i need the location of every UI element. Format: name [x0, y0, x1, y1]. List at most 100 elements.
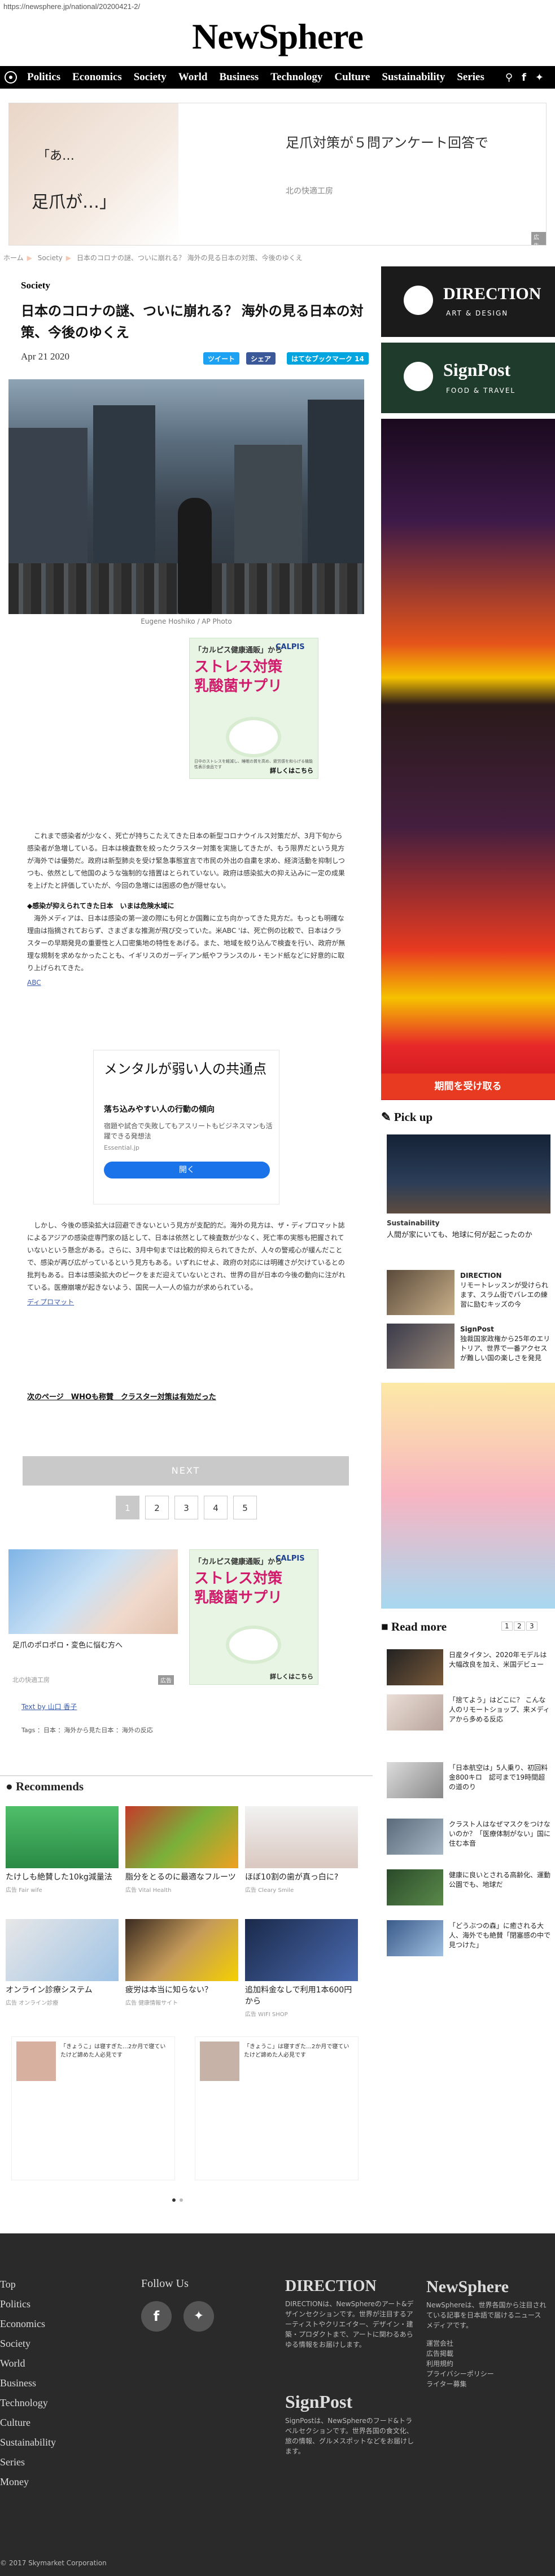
hatena-bookmark-button[interactable]: はてなブックマーク 14: [287, 352, 369, 365]
foot-ad-title[interactable]: 足爪のポロポロ・変色に悩む方へ: [12, 1639, 123, 1650]
nav-politics[interactable]: Politics: [27, 71, 60, 84]
article-section[interactable]: Society: [21, 280, 50, 291]
footer-link[interactable]: World: [0, 2358, 56, 2377]
pickup-feature-image[interactable]: [387, 1134, 550, 1213]
page-2[interactable]: 2: [145, 1496, 169, 1519]
footer-link[interactable]: Technology: [0, 2397, 56, 2417]
twitter-icon[interactable]: ✦: [535, 72, 544, 84]
gear-icon[interactable]: [5, 71, 17, 84]
readmore-item[interactable]: 日産タイタン、2020年モデルは大幅改良を加え、米国デビュー: [387, 1649, 550, 1685]
reco-card[interactable]: オンライン診療システム 広告 オンライン診療: [6, 1919, 119, 2007]
tags[interactable]: Tags ：日本 ：海外から見た日本 ：海外の反応: [21, 1725, 153, 1734]
page-5[interactable]: 5: [233, 1496, 257, 1519]
footer-ads-link[interactable]: 広告掲載: [426, 2349, 548, 2359]
direction-banner[interactable]: DIRECTION ART & DESIGN: [381, 266, 555, 337]
footer-terms-link[interactable]: 利用規約: [426, 2359, 548, 2369]
readmore-item[interactable]: 「日本航空は」5人乗り、初回料金800キロ 認可まで19時間超の道のり: [387, 1762, 550, 1798]
top-ad[interactable]: 「あ… 足爪が…」 足爪対策が５問アンケート回答で 北の快適工房 広告: [8, 103, 547, 246]
footer-writer-link[interactable]: ライター募集: [426, 2379, 548, 2389]
readmore-item[interactable]: 「捨てよう」はどこに？ こんな人のリモートショップ、来メディアから多める反応: [387, 1694, 550, 1731]
article-body-1: これまで感染者が少なく、死亡が持ちこたえてきた日本の新型コロナウイルス対策だが、…: [27, 830, 346, 989]
next-page-link[interactable]: 次のページ WHOも称賛 クラスター対策は有効だった: [27, 1391, 216, 1401]
ad-open-button[interactable]: 開く: [104, 1162, 270, 1179]
breadcrumb-section[interactable]: Society: [38, 254, 63, 262]
search-icon[interactable]: ⚲: [505, 72, 513, 84]
sidebar-ad-2[interactable]: [381, 1383, 555, 1609]
readmore-item[interactable]: 健康に良いとされる高齢化、運動公園でも、地球だ: [387, 1869, 550, 1905]
breadcrumb-home[interactable]: ホーム: [3, 254, 24, 262]
page-4[interactable]: 4: [204, 1496, 228, 1519]
footer-link[interactable]: Society: [0, 2338, 56, 2358]
reco-card[interactable]: 脂分をとるのに最適なフルーツ 広告 Vital Health: [125, 1806, 238, 1894]
pickup-item[interactable]: DIRECTION リモートレッスンが受けられます、スラム街でバレエの練習に励むキ…: [387, 1270, 550, 1315]
page-3[interactable]: 3: [174, 1496, 198, 1519]
abc-link[interactable]: ABC: [27, 979, 41, 987]
mental-ad[interactable]: メンタルが弱い人の共通点 落ち込みやすい人の行動の傾向 宿題や試合で失敗してもア…: [93, 1050, 279, 1204]
calpis-ad[interactable]: 「カルピス健康通販」から CALPIS ストレス対策 乳酸菌サプリ 日中のストレ…: [189, 638, 318, 779]
reco-card[interactable]: ほぼ10割の歯が真っ白に? 広告 Cleary Smile: [245, 1806, 358, 1894]
footer-link[interactable]: Culture: [0, 2417, 56, 2437]
signpost-banner[interactable]: SignPost FOOD & TRAVEL: [381, 343, 555, 413]
twitter-icon[interactable]: ✦: [183, 2301, 214, 2332]
footer-direction[interactable]: DIRECTION DIRECTIONは、NewSphereのアート&デザインセ…: [285, 2277, 415, 2350]
readmore-item[interactable]: クラスト人はなぜマスクをつけないのか？「医療体制がない」国に住む本音: [387, 1819, 550, 1855]
ad-details-button[interactable]: 詳しくはこちら: [270, 1672, 313, 1681]
readmore-page-3[interactable]: 3: [526, 1622, 537, 1631]
sidebar-ad[interactable]: 期間を受け取る: [381, 419, 555, 1100]
reco-mini-block[interactable]: 「きょうこ」は寝すぎた…2か月で寝ていたけど諦めた人必見です: [11, 2036, 175, 2180]
nav-technology[interactable]: Technology: [270, 71, 322, 84]
nav-business[interactable]: Business: [220, 71, 259, 84]
footer-link[interactable]: Series: [0, 2456, 56, 2476]
footer-link[interactable]: Politics: [0, 2298, 56, 2318]
reco-card[interactable]: 疲労は本当に知らない？ 広告 健康情報サイト: [125, 1919, 238, 2007]
facebook-share-button[interactable]: シェア: [246, 352, 276, 365]
footer-link[interactable]: Money: [0, 2476, 56, 2496]
ad-headline: 足爪対策が５問アンケート回答で: [286, 135, 489, 151]
facebook-icon[interactable]: f: [522, 72, 526, 84]
foot-ad-badge: 広告: [158, 1675, 174, 1685]
ad-image: [9, 103, 178, 245]
readmore-page-1[interactable]: 1: [501, 1622, 513, 1631]
paragraph: しかし、今後の感染拡大は回避できないという見方が支配的だ。海外の見方は、ザ・ディ…: [27, 1221, 346, 1291]
author-link[interactable]: Text by 山口 香子: [21, 1702, 77, 1711]
reco-card[interactable]: 追加料金なしで利用1本600円から 広告 WIFI SHOP: [245, 1919, 358, 2018]
footer-signpost[interactable]: SignPost SignPostは、NewSphereのフード&トラベルセクシ…: [285, 2391, 415, 2456]
ad-brand: CALPIS: [276, 643, 305, 651]
reco-card[interactable]: たけしも絶賛した10kg減量法 広告 Fair wife: [6, 1806, 119, 1894]
article-title: 日本のコロナの謎、ついに崩れる？ 海外の見る日本の対策、今後のゆくえ: [21, 304, 364, 340]
book-icon: ■: [381, 1620, 388, 1633]
signpost-icon: [404, 362, 433, 391]
ad-top-text: 「カルピス健康通販」から: [194, 646, 283, 655]
footer-link[interactable]: Business: [0, 2377, 56, 2397]
readmore-page-2[interactable]: 2: [514, 1622, 525, 1631]
next-button[interactable]: NEXT: [23, 1456, 349, 1486]
readmore-item[interactable]: 「どうぶつの森」に癒される大人、海外でも絶賛「閉塞感の中で見つけた」: [387, 1920, 550, 1956]
pickup-item[interactable]: SignPost 独裁国家政権から25年のエリトリア、世界で一番アクセスが難しい国…: [387, 1324, 550, 1369]
carousel-dot[interactable]: [172, 2198, 176, 2202]
nav-sustainability[interactable]: Sustainability: [382, 71, 445, 84]
diplomat-link[interactable]: ディプロマット: [27, 1298, 74, 1306]
reco-mini-block[interactable]: 「きょうこ」は寝すぎた…2か月で寝ていたけど諦めた人必見です: [195, 2036, 359, 2180]
nav-world[interactable]: World: [178, 71, 208, 84]
nav-series[interactable]: Series: [457, 71, 484, 84]
pickup-title[interactable]: 人間が家にいても、地球に何が起こったのか: [387, 1230, 550, 1241]
ad-cta-button[interactable]: 期間を受け取る: [381, 1074, 555, 1099]
pickup-section[interactable]: Sustainability: [387, 1219, 439, 1227]
footer-link[interactable]: Top: [0, 2279, 56, 2298]
site-logo[interactable]: NewSphere: [0, 16, 555, 58]
footer-link[interactable]: Sustainability: [0, 2437, 56, 2456]
foot-ad-image[interactable]: [8, 1549, 178, 1634]
footer-link[interactable]: Economics: [0, 2318, 56, 2338]
footer-privacy-link[interactable]: プライバシーポリシー: [426, 2369, 548, 2379]
footer-company-link[interactable]: 運営会社: [426, 2338, 548, 2349]
carousel-dot[interactable]: [180, 2198, 183, 2202]
ad-details-button[interactable]: 詳しくはこちら: [270, 766, 313, 775]
main-nav: Politics Economics Society World Busines…: [0, 66, 555, 89]
calpis-ad-2[interactable]: 「カルピス健康通販」から CALPIS ストレス対策 乳酸菌サプリ 詳しくはこち…: [189, 1549, 318, 1685]
page-1[interactable]: 1: [116, 1496, 139, 1519]
nav-culture[interactable]: Culture: [334, 71, 370, 84]
nav-society[interactable]: Society: [134, 71, 167, 84]
tweet-button[interactable]: ツイート: [203, 352, 240, 365]
facebook-icon[interactable]: f: [141, 2301, 172, 2332]
nav-economics[interactable]: Economics: [72, 71, 122, 84]
